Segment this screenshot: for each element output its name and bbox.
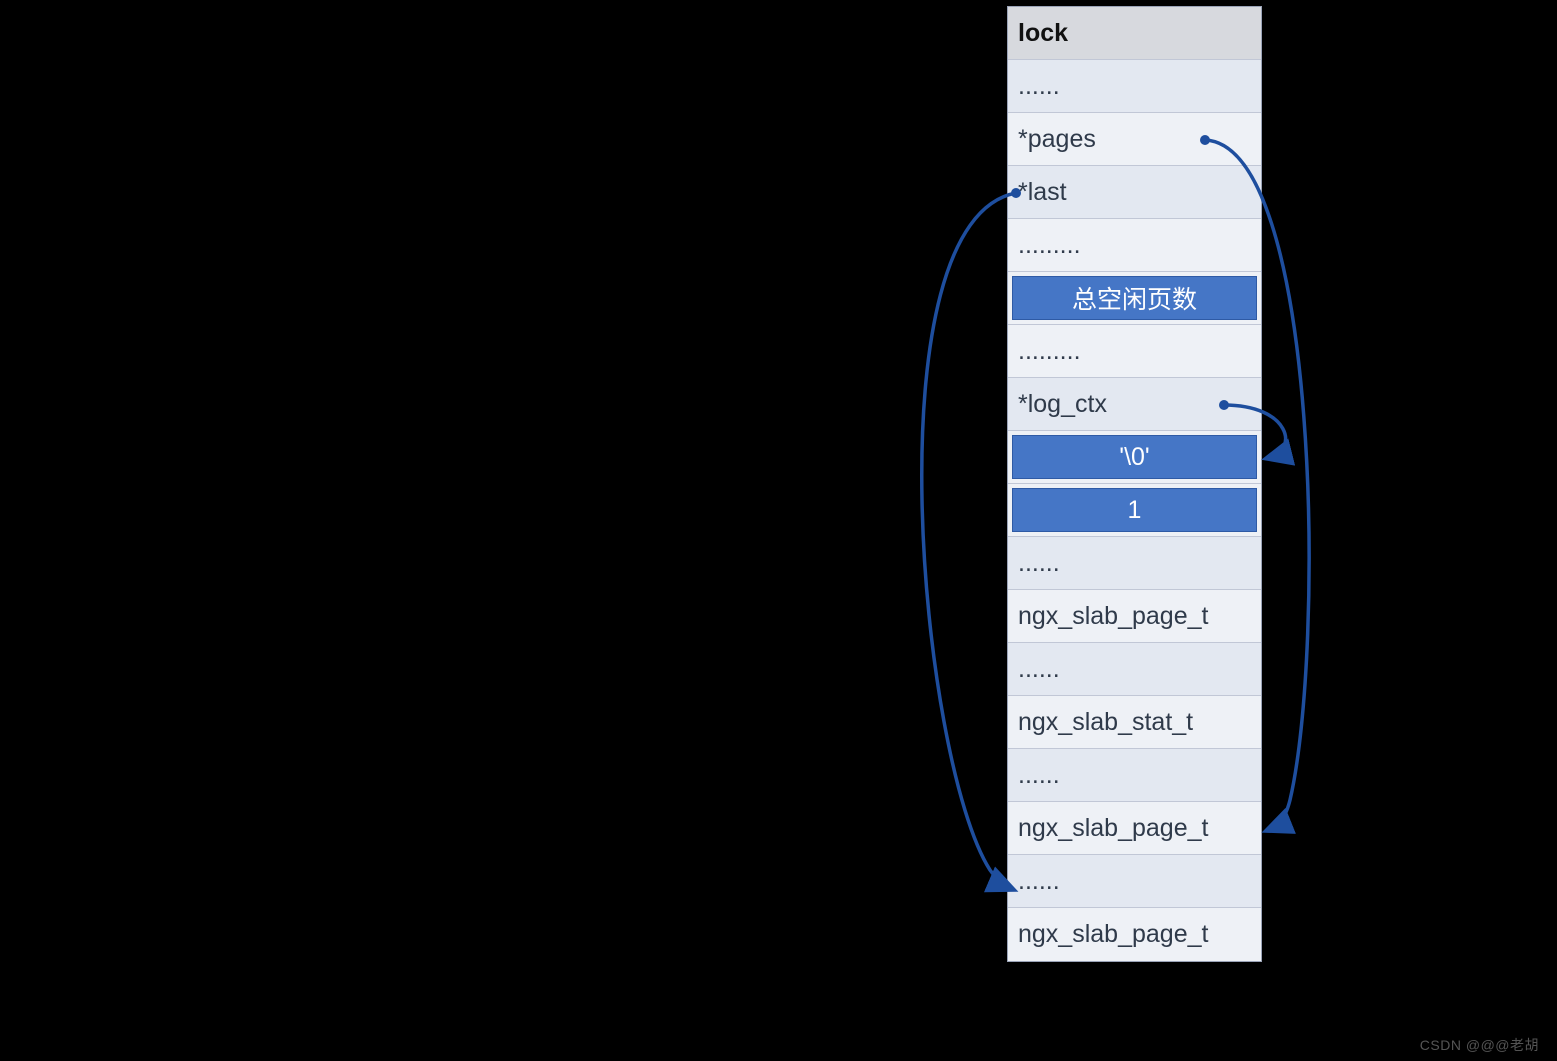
struct-row-17: ngx_slab_page_t bbox=[1008, 908, 1261, 961]
pointer-arrow-last bbox=[922, 193, 1016, 889]
struct-row-9: 1 bbox=[1008, 484, 1261, 537]
struct-row-15: ngx_slab_page_t bbox=[1008, 802, 1261, 855]
struct-row-1: ...... bbox=[1008, 60, 1261, 113]
struct-row-14: ...... bbox=[1008, 749, 1261, 802]
struct-row-5: 总空闲页数 bbox=[1008, 272, 1261, 325]
struct-row-11: ngx_slab_page_t bbox=[1008, 590, 1261, 643]
struct-row-value-9: 1 bbox=[1012, 488, 1257, 532]
struct-row-0: lock bbox=[1008, 7, 1261, 60]
struct-table: lock......*pages*last.........总空闲页数.....… bbox=[1007, 6, 1262, 962]
struct-row-value-5: 总空闲页数 bbox=[1012, 276, 1257, 320]
struct-row-2: *pages bbox=[1008, 113, 1261, 166]
struct-row-12: ...... bbox=[1008, 643, 1261, 696]
struct-row-6: ......... bbox=[1008, 325, 1261, 378]
struct-row-7: *log_ctx bbox=[1008, 378, 1261, 431]
struct-row-16: ...... bbox=[1008, 855, 1261, 908]
struct-row-13: ngx_slab_stat_t bbox=[1008, 696, 1261, 749]
struct-row-value-8: '\0' bbox=[1012, 435, 1257, 479]
struct-row-3: *last bbox=[1008, 166, 1261, 219]
struct-row-8: '\0' bbox=[1008, 431, 1261, 484]
pointer-arrows bbox=[0, 0, 1557, 1061]
struct-row-4: ......... bbox=[1008, 219, 1261, 272]
watermark: CSDN @@@老胡 bbox=[1420, 1035, 1539, 1055]
struct-row-10: ...... bbox=[1008, 537, 1261, 590]
